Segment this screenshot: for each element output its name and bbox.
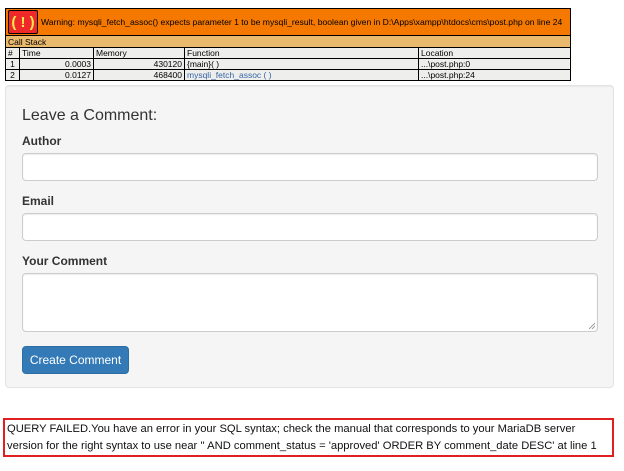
create-comment-button[interactable]: Create Comment (22, 346, 129, 374)
warning-message: Warning: mysqli_fetch_assoc() expects pa… (41, 17, 563, 27)
warning-icon: ( ! ) (8, 10, 38, 34)
cell-memory: 430120 (93, 58, 185, 70)
cell-location: ...\post.php:0 (418, 58, 571, 70)
author-input[interactable] (22, 153, 598, 181)
cell-time: 0.0127 (19, 69, 94, 81)
column-header-num: # (5, 47, 20, 59)
call-stack-label: Call Stack (5, 35, 571, 48)
cell-time: 0.0003 (19, 58, 94, 70)
cell-location: ...\post.php:24 (418, 69, 571, 81)
php-warning-table: ( ! ) Warning: mysqli_fetch_assoc() expe… (5, 8, 571, 81)
cell-num: 1 (5, 58, 20, 70)
table-row: 1 0.0003 430120 {main}( ) ...\post.php:0 (5, 58, 571, 70)
column-header-time: Time (19, 47, 94, 59)
column-header-function: Function (184, 47, 419, 59)
cell-num: 2 (5, 69, 20, 81)
column-header-memory: Memory (93, 47, 185, 59)
email-input[interactable] (22, 213, 598, 241)
error-line-2: version for the right syntax to use near… (7, 440, 597, 452)
comment-textarea[interactable] (22, 273, 598, 332)
function-doc-link[interactable]: mysqli_fetch_assoc ( ) (187, 71, 272, 80)
cell-function: mysqli_fetch_assoc ( ) (184, 69, 419, 81)
error-line-1: QUERY FAILED.You have an error in your S… (7, 423, 576, 435)
sql-error-message: QUERY FAILED.You have an error in your S… (3, 418, 614, 457)
warning-row: ( ! ) Warning: mysqli_fetch_assoc() expe… (5, 8, 571, 36)
column-header-location: Location (418, 47, 571, 59)
table-row: 2 0.0127 468400 mysqli_fetch_assoc ( ) .… (5, 69, 571, 81)
form-title: Leave a Comment: (22, 107, 158, 124)
cell-function: {main}( ) (184, 58, 419, 70)
call-stack-header: Call Stack (5, 35, 571, 48)
email-label: Email (22, 194, 55, 208)
comment-label: Your Comment (22, 254, 108, 268)
comment-form-panel: Leave a Comment: Author Email Your Comme… (5, 85, 614, 388)
resize-handle-icon[interactable] (588, 322, 595, 329)
cell-memory: 468400 (93, 69, 185, 81)
author-label: Author (22, 134, 62, 148)
call-stack-columns: # Time Memory Function Location (5, 47, 571, 59)
